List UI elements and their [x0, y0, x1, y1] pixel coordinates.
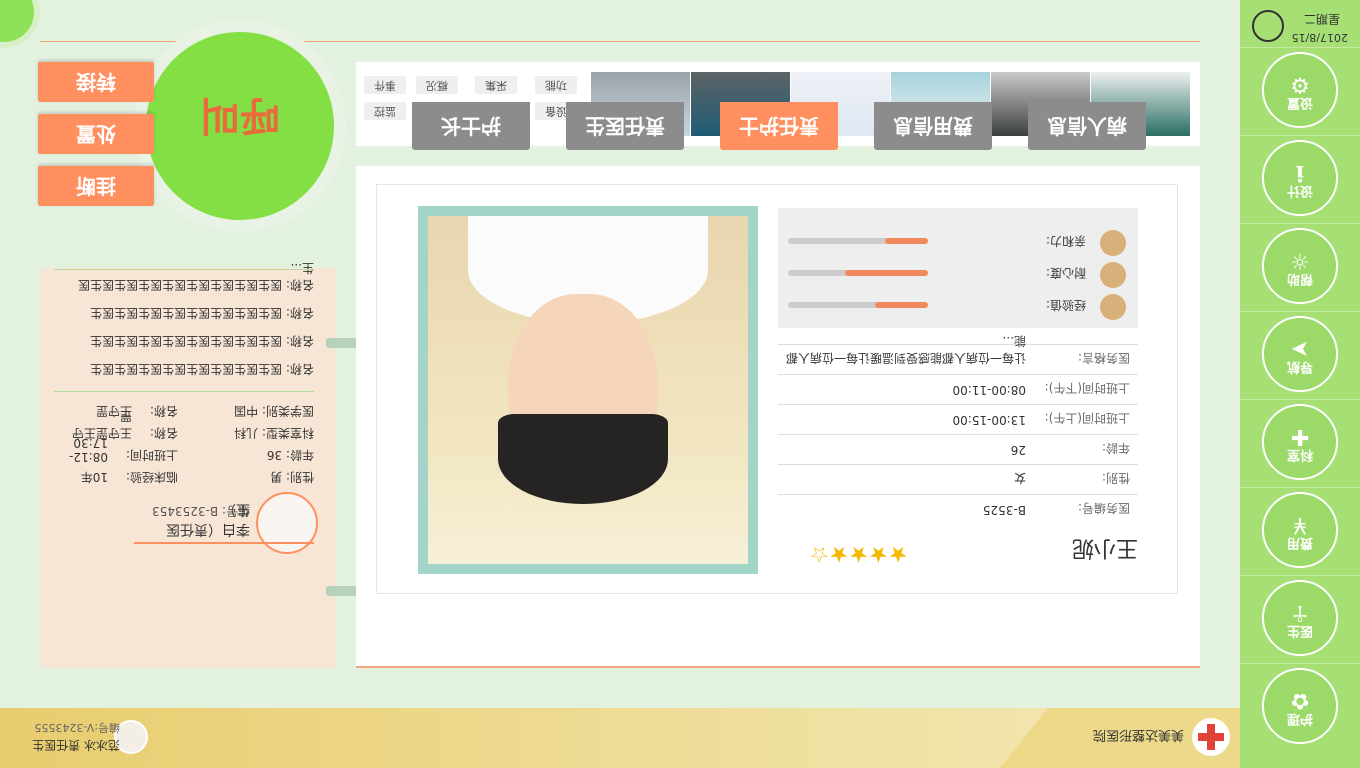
card-text-line: 名称: 医生医生医生医生医生医生医生医生 [90, 306, 314, 320]
skill-row: 耐心度: [786, 258, 1126, 288]
avatar [256, 492, 318, 554]
nav-item-help[interactable]: 帮助 ☼ [1240, 223, 1360, 312]
staff-name-rating: 王小妮 ★★★★☆ [778, 530, 1138, 578]
yuan-icon: 费用 ¥ [1262, 492, 1338, 568]
card-text-line: 名称: 医生医生医生医生医生医生医生医生 [90, 362, 314, 376]
skill-row: 经验值: [786, 290, 1126, 320]
weekday-label: 星期二 [1303, 12, 1340, 26]
header-doctor-name: 范冰冰 责任医生 [32, 738, 120, 752]
handle-button[interactable]: 处置 [38, 114, 154, 154]
detail-row: 性别: 女 [778, 464, 1138, 494]
nav-item-navigation[interactable]: 导航 ➤ [1240, 311, 1360, 400]
lightbulb-icon: 帮助 ☼ [1262, 228, 1338, 304]
skill-row: 亲和力: [786, 226, 1126, 256]
tag-button[interactable]: 功能 [535, 76, 577, 94]
card-text-line: 名称: 医生医生医生医生医生医生医生医生医生... [78, 261, 314, 292]
skill-bar [788, 302, 928, 308]
call-button[interactable]: 呼叫 [146, 32, 334, 220]
sidebar-nav: 2017/8/15 星期二 设置 ⚙ 设计 ℹ 帮助 ☼ 导航 ➤ 科室 ✚ 费… [1240, 0, 1360, 768]
card-field-row: 性别: 男 临床经验: 10年 [80, 470, 314, 484]
card-text-line: 名称: 医生医生医生医生医生医生医生医生 [90, 334, 314, 348]
skill-bar [788, 238, 928, 244]
hospital-name: 美美达整形医院 [1092, 727, 1184, 742]
tag-button[interactable]: 概况 [416, 76, 458, 94]
app-stage: 2017/8/15 星期二 设置 ⚙ 设计 ℹ 帮助 ☼ 导航 ➤ 科室 ✚ 费… [0, 0, 1360, 768]
date-label: 2017/8/15 [1291, 31, 1348, 44]
detail-row: 年龄: 26 [778, 434, 1138, 464]
doctor-info-card: 李白（责任医生） 编号: B-3253453 性别: 男 临床经验: 10年 年龄… [40, 261, 336, 668]
detail-row: 医务格言: 让每一位病人都能感受到温暖让每一位病人都能... [778, 334, 1138, 374]
staff-photo-frame [418, 206, 758, 574]
navigation-icon: 导航 ➤ [1262, 316, 1338, 392]
cross-icon: 科室 ✚ [1262, 404, 1338, 480]
nav-item-settings[interactable]: 设置 ⚙ [1240, 47, 1360, 136]
nav-item-doctor[interactable]: 医生 ☥ [1240, 575, 1360, 664]
detail-row: 上班时间(上午): 13:00-15:00 [778, 404, 1138, 434]
tab-head-nurse[interactable]: 护士长 [412, 102, 530, 150]
nav-item-fees[interactable]: 费用 ¥ [1240, 487, 1360, 576]
divider [54, 391, 314, 392]
nav-item-design[interactable]: 设计 ℹ [1240, 135, 1360, 224]
tab-underline [356, 666, 1200, 668]
tag-button[interactable]: 事件 [364, 76, 406, 94]
skill-bar [788, 270, 928, 276]
divider [54, 269, 314, 270]
header-doctor-id: 编号:V-3243555 [34, 721, 120, 734]
nav-item-department[interactable]: 科室 ✚ [1240, 399, 1360, 488]
tab-nurse[interactable]: 责任护士 [720, 102, 838, 150]
card-field-row: 科室类型: 儿科 名称: 王守罡王守罡 [71, 409, 314, 440]
corner-decoration [0, 0, 40, 48]
hangup-button[interactable]: 挂断 [38, 166, 154, 206]
gear-icon: 设置 ⚙ [1262, 52, 1338, 128]
rating-stars: ★★★★☆ [809, 541, 908, 566]
detail-row: 上班时间(下午): 08:00-11:00 [778, 374, 1138, 404]
clock-icon [1252, 10, 1284, 42]
card-underline [134, 542, 314, 544]
card-number: 编号: B-3253453 [152, 504, 250, 518]
skill-icon [1100, 294, 1126, 320]
skill-icon [1100, 262, 1126, 288]
staff-photo [428, 216, 748, 564]
tab-fees-info[interactable]: 费用信息 [874, 102, 992, 150]
tag-button[interactable]: 采集 [475, 76, 517, 94]
tab-doctor[interactable]: 责任医生 [566, 102, 684, 150]
card-field-row: 年龄: 36 上班时间: 08:12-17:30 [69, 436, 314, 464]
doctor-icon: 医生 ☥ [1262, 580, 1338, 656]
tab-patient-info[interactable]: 病人信息 [1028, 102, 1146, 150]
skill-icon [1100, 230, 1126, 256]
info-icon: 设计 ℹ [1262, 140, 1338, 216]
detail-row: 医务编号: B-3525 [778, 494, 1138, 524]
transfer-button[interactable]: 转接 [38, 62, 154, 102]
tag-button[interactable]: 监控 [364, 102, 406, 120]
card-field-row: 医学类别: 中国 名称: 王守罡 [95, 404, 314, 418]
nav-item-care[interactable]: 护理 ✿ [1240, 663, 1360, 752]
call-label: 呼叫 [200, 92, 280, 138]
care-icon: 护理 ✿ [1262, 668, 1338, 744]
hospital-cross-icon [1192, 718, 1230, 756]
clock-panel: 2017/8/15 星期二 [1240, 0, 1360, 48]
staff-name: 王小妮 [1071, 535, 1138, 560]
skills-panel: 经验值: 耐心度: 亲和力: [778, 208, 1138, 328]
